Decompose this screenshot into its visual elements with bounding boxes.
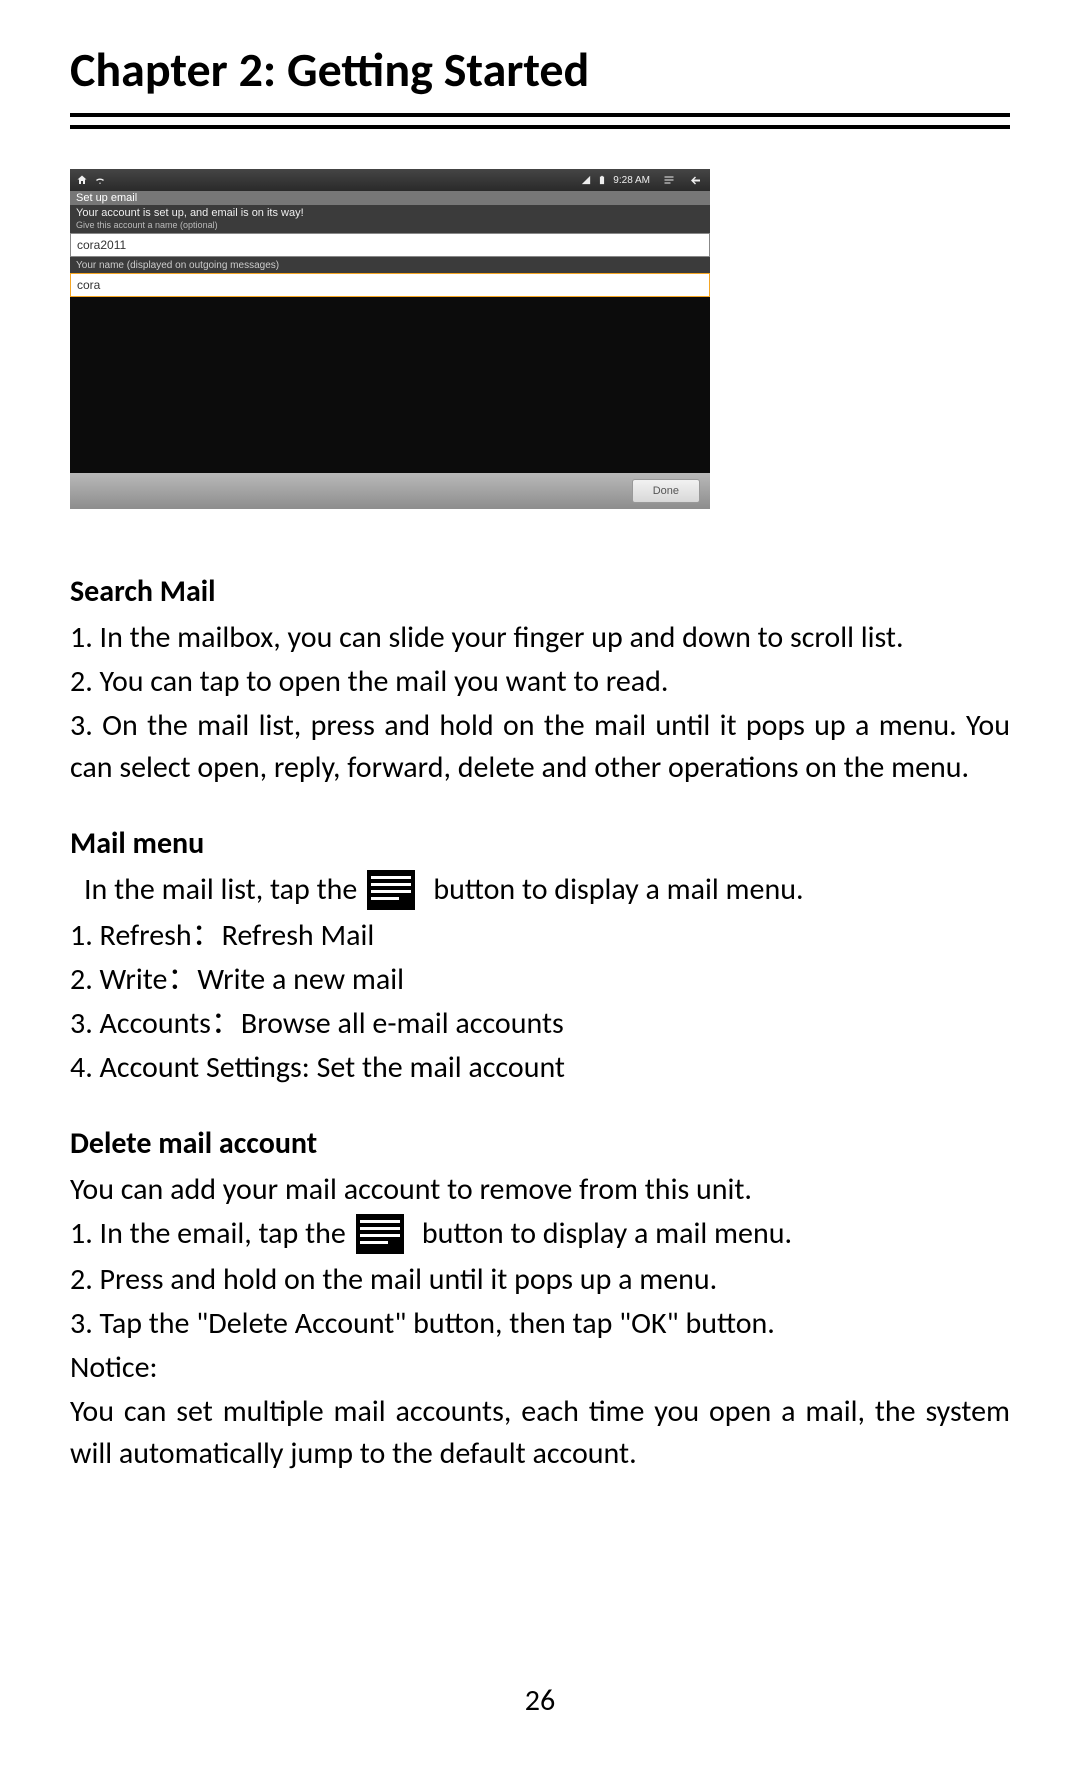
display-name-hint: Your name (displayed on outgoing message… [70,257,710,273]
embedded-screenshot: 9:28 AM Set up email Your account is set… [70,169,710,509]
mail-menu-item-4: 4. Account Settings: Set the mail accoun… [70,1047,1010,1089]
wifi-icon [94,174,106,186]
battery-icon [597,175,607,185]
delete-account-heading: Delete mail account [70,1123,1010,1165]
search-mail-item-2: 2. You can tap to open the mail you want… [70,661,1010,703]
home-icon[interactable] [76,174,88,186]
screenshot-body [70,297,710,473]
done-button[interactable]: Done [632,479,700,503]
notice-label: Notice: [70,1347,1010,1389]
search-mail-section: Search Mail 1. In the mailbox, you can s… [70,571,1010,789]
signal-icon [581,175,591,185]
chapter-title: Chapter 2: Getting Started [70,40,1010,99]
back-icon[interactable] [688,174,704,186]
body-content: Search Mail 1. In the mailbox, you can s… [70,571,1010,1475]
account-name-field[interactable] [70,233,710,257]
hamburger-menu-icon [356,1214,404,1254]
search-mail-heading: Search Mail [70,571,1010,613]
delete-step3: 3. Tap the "Delete Account" button, then… [70,1303,1010,1345]
mail-menu-section: Mail menu In the mail list, tap the butt… [70,823,1010,1089]
mail-menu-inline: In the mail list, tap the button to disp… [70,869,1010,911]
search-mail-item-3: 3. On the mail list, press and hold on t… [70,705,1010,789]
mail-menu-pre-text: In the mail list, tap the [84,869,357,911]
account-name-hint: Give this account a name (optional) [70,220,710,233]
delete-account-intro: You can add your mail account to remove … [70,1169,1010,1211]
delete-step1-pre: 1. In the email, tap the [70,1213,346,1255]
mail-menu-item-2: 2. Write：Write a new mail [70,959,1010,1001]
setup-message: Your account is set up, and email is on … [70,205,710,220]
delete-account-section: Delete mail account You can add your mai… [70,1123,1010,1475]
title-divider [70,113,1010,129]
display-name-field[interactable] [70,273,710,297]
delete-step2: 2. Press and hold on the mail until it p… [70,1259,1010,1301]
mail-menu-item-3: 3. Accounts：Browse all e-mail accounts [70,1003,1010,1045]
search-mail-item-1: 1. In the mailbox, you can slide your fi… [70,617,1010,659]
status-bar: 9:28 AM [70,169,710,191]
status-time: 9:28 AM [613,175,650,186]
mail-menu-heading: Mail menu [70,823,1010,865]
hamburger-menu-icon [367,870,415,910]
screenshot-footer: Done [70,473,710,509]
mail-menu-item-1: 1. Refresh：Refresh Mail [70,915,1010,957]
page-number: 26 [0,1682,1080,1719]
notice-text: You can set multiple mail accounts, each… [70,1391,1010,1475]
delete-step1-inline: 1. In the email, tap the button to displ… [56,1213,1010,1255]
screen-title: Set up email [70,191,710,205]
menu-icon[interactable] [662,174,676,186]
mail-menu-post-text: button to display a mail menu. [433,869,803,911]
page: Chapter 2: Getting Started 9:28 AM [0,0,1080,1767]
delete-step1-post: button to display a mail menu. [422,1213,792,1255]
